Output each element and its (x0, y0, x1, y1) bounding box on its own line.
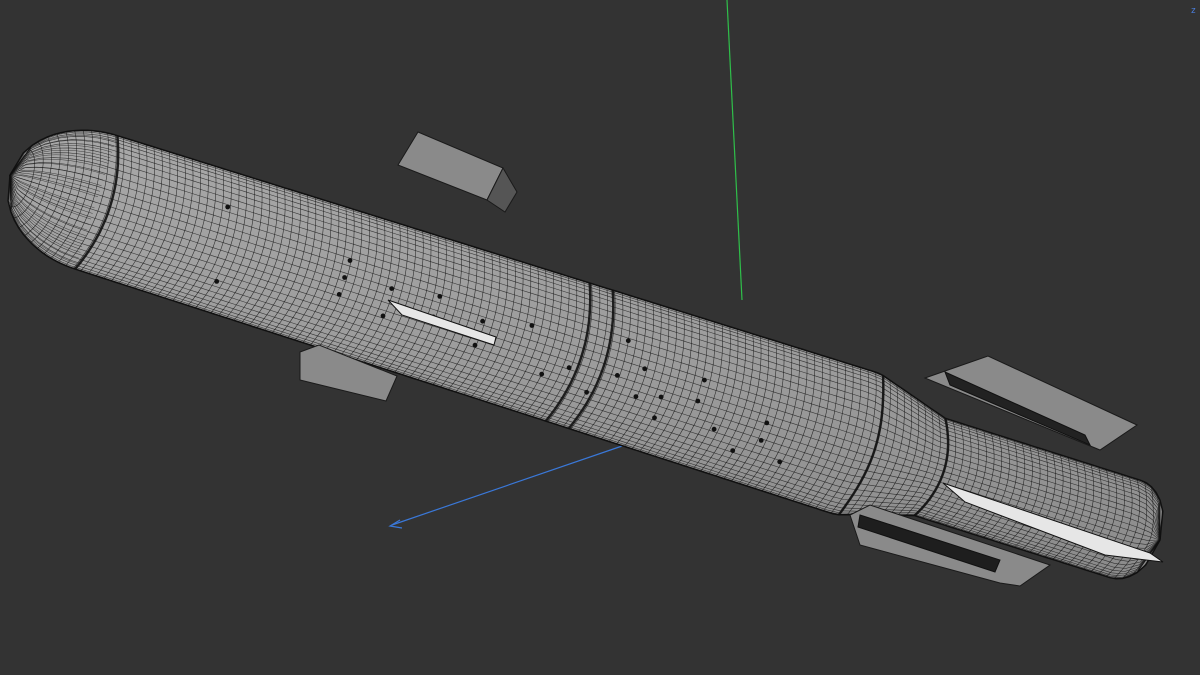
z-axis-line (391, 444, 626, 526)
y-axis-line (726, 0, 743, 301)
surface-hole (437, 294, 443, 299)
surface-hole (711, 426, 717, 432)
surface-hole (614, 373, 620, 378)
surface-hole (472, 342, 478, 348)
surface-hole (702, 377, 707, 383)
surface-hole (380, 313, 386, 319)
surface-hole (584, 389, 589, 395)
surface-hole (347, 258, 353, 263)
surface-hole (652, 415, 657, 421)
surface-hole (777, 459, 783, 465)
surface-hole (214, 279, 220, 284)
3d-viewport[interactable]: z (0, 0, 1200, 675)
3d-scene[interactable] (0, 0, 1200, 675)
surface-hole (642, 366, 648, 372)
surface-hole (336, 292, 342, 297)
surface-hole (695, 398, 701, 404)
surface-hole (539, 371, 545, 377)
surface-hole (225, 204, 231, 210)
surface-hole (529, 323, 535, 328)
surface-hole (389, 286, 395, 291)
surface-hole (658, 394, 664, 400)
surface-hole (625, 338, 631, 344)
surface-hole (480, 318, 485, 324)
surface-hole (730, 448, 736, 453)
surface-hole (566, 365, 572, 371)
surface-hole (764, 420, 770, 426)
axis-gizmo-label: z (1190, 6, 1196, 16)
surface-hole (758, 438, 764, 443)
surface-hole (633, 394, 639, 399)
front-top-fin (397, 131, 518, 213)
surface-hole (342, 275, 347, 280)
